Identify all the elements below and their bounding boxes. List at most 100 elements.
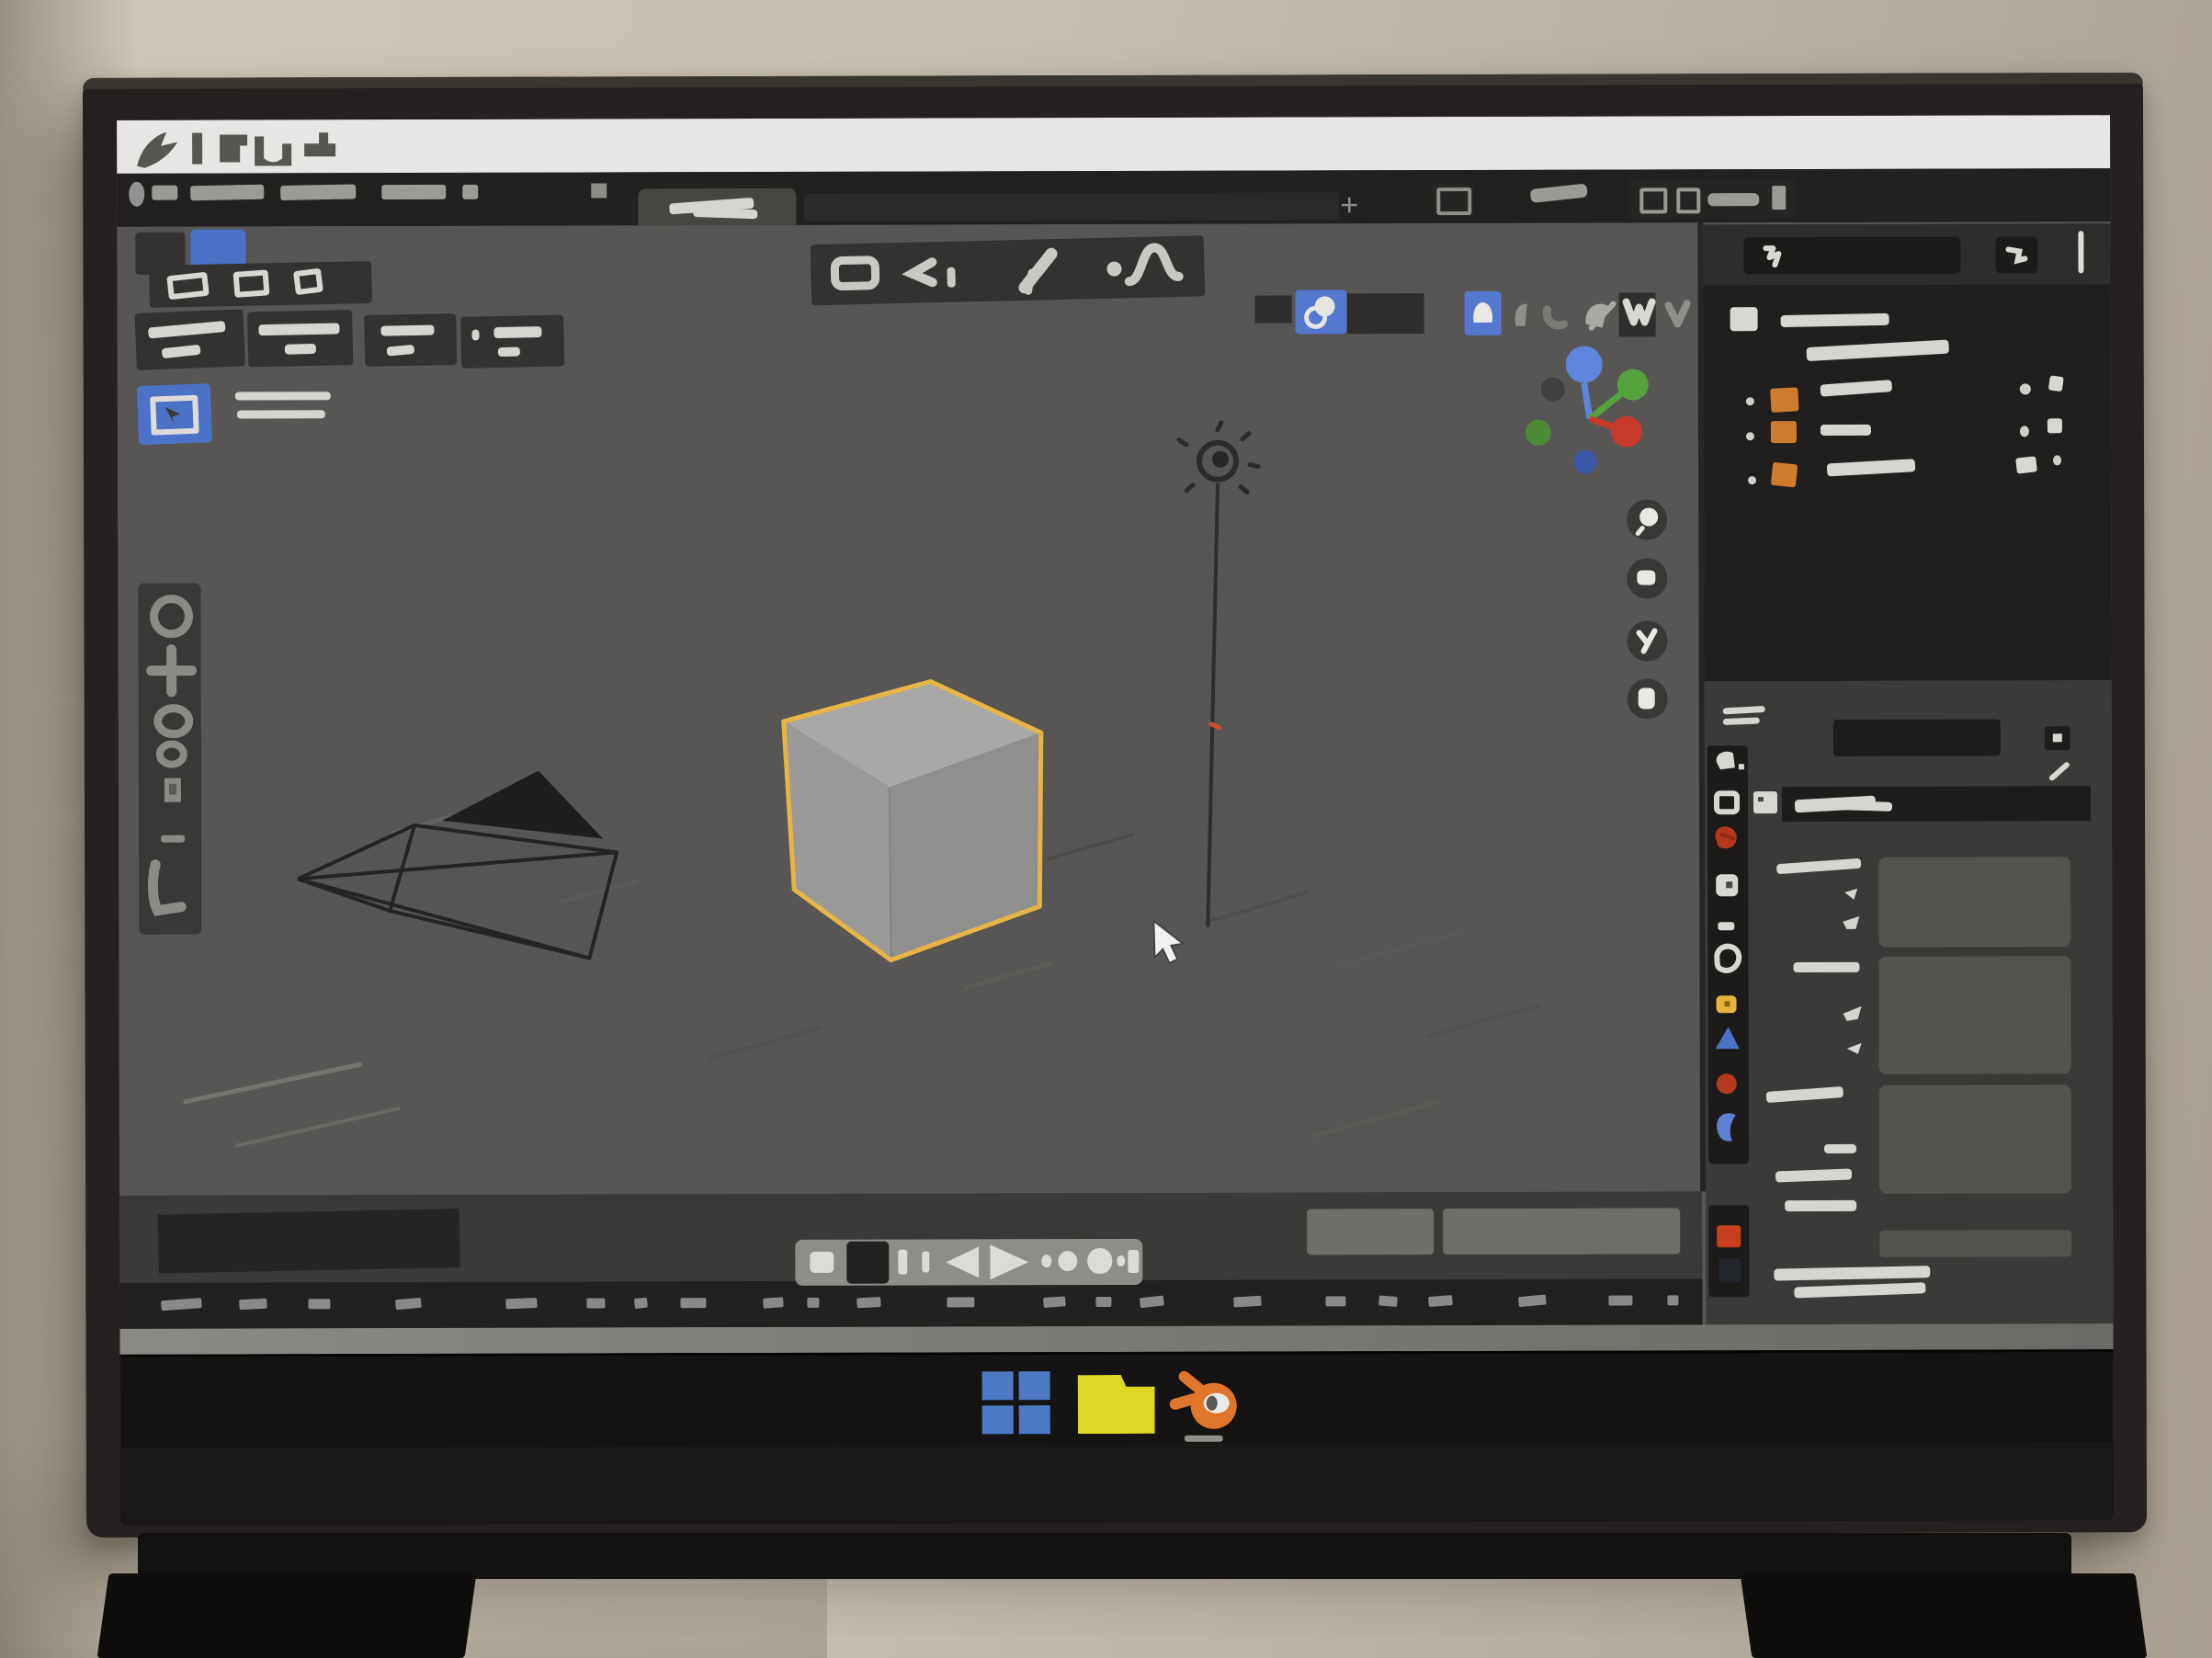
outliner-row-object[interactable] [1704, 455, 2111, 493]
monitor-foot-left [97, 1573, 477, 1658]
axis-lock-icons[interactable] [1840, 1001, 1867, 1065]
gizmo-z-ball[interactable] [1566, 346, 1603, 383]
expand-dot[interactable] [1746, 397, 1754, 405]
menu-item-file[interactable] [152, 186, 177, 200]
menu-item-help[interactable] [462, 185, 478, 199]
outliner-panel[interactable] [1704, 284, 2112, 681]
gizmo-y-ball[interactable] [1617, 369, 1649, 400]
monitor: + [83, 73, 2147, 1538]
ruler-tick [680, 1298, 706, 1308]
windows-logo-icon [982, 1371, 1014, 1400]
pin-icon[interactable] [2048, 761, 2072, 781]
breadcrumb-scribble [1833, 801, 1892, 812]
top-menu-bar: + [117, 168, 2110, 227]
ruler-tick [807, 1298, 819, 1308]
viewport-nav-buttons[interactable] [1627, 499, 1668, 719]
outliner-header [1703, 223, 2110, 285]
camera-object[interactable] [298, 770, 618, 959]
material-tab-section[interactable] [1708, 1205, 1749, 1297]
breadcrumb-bar[interactable] [1782, 786, 2091, 822]
hide-toggle[interactable] [2020, 426, 2029, 437]
row-label-scribble [1781, 313, 1889, 327]
windows-logo-icon [982, 1405, 1014, 1434]
window-title-bar[interactable] [117, 115, 2110, 174]
render-toggle[interactable] [2015, 456, 2037, 473]
render-toggle[interactable] [2048, 375, 2064, 392]
workspace-tab-strip[interactable] [804, 192, 1339, 221]
frame-bar[interactable] [898, 1250, 907, 1275]
ruler-tick [1043, 1296, 1066, 1308]
gizmo-axis-ball[interactable] [1526, 420, 1551, 446]
play-reverse-button[interactable] [946, 1246, 979, 1278]
object-icon-orange [1771, 462, 1798, 488]
properties-panel [1705, 680, 2114, 1324]
value-block[interactable] [1878, 956, 2070, 1074]
workspace-tab-active[interactable] [638, 188, 796, 225]
outliner-row-collection[interactable] [1704, 335, 2111, 369]
menu-item-edit[interactable] [190, 185, 264, 201]
viewport-3d[interactable] [117, 222, 1702, 1196]
panel-corner-handle[interactable] [2078, 231, 2083, 273]
hide-toggle[interactable] [2053, 455, 2061, 465]
axis-lock-icons[interactable] [1839, 881, 1863, 937]
gizmo-axis-ball[interactable] [1573, 450, 1597, 474]
timeline-editor[interactable] [119, 1191, 1702, 1329]
properties-search-input[interactable] [1833, 719, 2001, 755]
filter-toggle-button[interactable] [2045, 726, 2070, 750]
prop-label-scribble [1776, 858, 1862, 875]
expand-dot[interactable] [1748, 476, 1756, 484]
frame-start-field[interactable] [1307, 1209, 1434, 1255]
hide-toggle[interactable] [2020, 383, 2031, 394]
render-toggle[interactable] [2048, 418, 2062, 433]
active-dark-button[interactable] [846, 1242, 889, 1284]
value-block[interactable] [1878, 857, 2070, 948]
gizmo-axis-ball[interactable] [1541, 378, 1565, 402]
outliner-filter-button[interactable] [1995, 236, 2037, 273]
jump-to-start-button[interactable] [810, 1252, 834, 1273]
navigation-gizmo[interactable] [1526, 346, 1649, 473]
add-workspace-button[interactable]: + [1333, 187, 1365, 223]
windows-logo-icon [1019, 1371, 1050, 1400]
outliner-row-object[interactable] [1704, 416, 2111, 454]
next-keyframe-button[interactable] [1087, 1248, 1112, 1274]
scene-selector[interactable] [1431, 183, 1473, 214]
gizmo-x-ball[interactable] [1611, 415, 1642, 447]
frame-bar[interactable] [922, 1252, 929, 1273]
outliner-row-scene-collection[interactable] [1704, 302, 2111, 336]
cube-object-selected[interactable] [784, 681, 1042, 960]
jump-to-end-button[interactable] [1128, 1250, 1139, 1273]
play-forward-button[interactable] [990, 1244, 1028, 1279]
value-strip[interactable] [1879, 1230, 2071, 1257]
viewport-canvas[interactable] [117, 222, 1702, 1196]
frame-end-field[interactable] [1443, 1208, 1680, 1255]
timeline-ruler[interactable] [119, 1278, 1702, 1331]
mouse-cursor [1153, 921, 1183, 963]
value-block[interactable] [1879, 1085, 2071, 1194]
hamburger-icon[interactable] [1723, 707, 1767, 729]
material-icon-red[interactable] [1717, 1225, 1741, 1247]
breadcrumb-icon [1753, 791, 1777, 813]
menu-item-window[interactable] [381, 185, 446, 199]
expand-dot[interactable] [1746, 432, 1754, 440]
outliner-row-object[interactable] [1704, 376, 2111, 414]
scene-icon [1436, 187, 1471, 215]
prev-keyframe-button[interactable] [1058, 1251, 1077, 1271]
outliner-search-input[interactable] [1743, 237, 1960, 275]
blender-app-icon[interactable] [1170, 1366, 1243, 1439]
view-layer-group[interactable] [1628, 178, 1796, 219]
timeline-menu-block[interactable] [158, 1209, 460, 1274]
menu-item-render[interactable] [280, 184, 356, 200]
properties-tab-column[interactable] [1707, 745, 1749, 1164]
ruler-tick [239, 1299, 267, 1311]
title-scribble-glyphs [124, 123, 455, 172]
start-button[interactable] [982, 1371, 1054, 1434]
prop-section-scribble [1794, 1282, 1925, 1298]
key-dot[interactable] [1041, 1255, 1051, 1267]
key-dot[interactable] [1117, 1255, 1125, 1266]
light-object[interactable] [1179, 423, 1259, 927]
row-label-scribble [1820, 380, 1892, 397]
ruler-tick [1667, 1295, 1678, 1305]
file-explorer-icon[interactable] [1078, 1375, 1155, 1434]
app-logo-icon[interactable] [129, 182, 144, 207]
ruler-tick [763, 1297, 784, 1309]
